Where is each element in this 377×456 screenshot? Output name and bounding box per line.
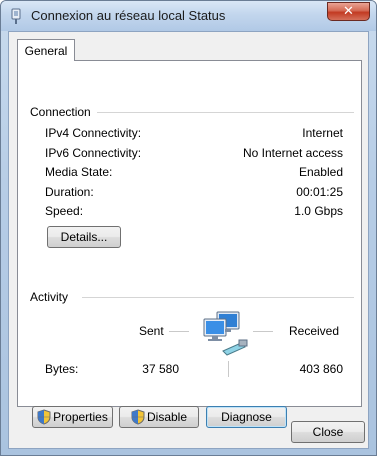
- ipv6-value: No Internet access: [242, 146, 343, 160]
- bytes-sent-value: 37 580: [142, 362, 179, 376]
- uac-shield-icon: [37, 409, 51, 425]
- close-button-label: Close: [312, 425, 344, 439]
- details-button-label: Details...: [60, 230, 108, 244]
- title-bar[interactable]: Connexion au réseau local Status ✕: [1, 1, 376, 31]
- tab-label: General: [24, 43, 68, 58]
- duration-label: Duration:: [45, 185, 94, 199]
- media-state-label: Media State:: [45, 165, 113, 179]
- connection-divider: [92, 112, 354, 113]
- properties-button-label: Properties: [53, 410, 108, 424]
- network-adapter-icon: [11, 8, 21, 24]
- uac-shield-icon: [131, 409, 145, 425]
- tab-general[interactable]: General: [17, 39, 75, 61]
- connection-group-title: Connection: [30, 105, 97, 119]
- activity-divider-vertical: [228, 361, 229, 377]
- media-state-value: Enabled: [298, 165, 343, 179]
- sent-line: [169, 331, 189, 332]
- diagnose-button-label: Diagnose: [221, 410, 272, 424]
- ipv4-label: IPv4 Connectivity:: [45, 126, 142, 140]
- disable-button[interactable]: Disable: [119, 406, 199, 428]
- received-line: [253, 331, 273, 332]
- general-tab-panel: Connection IPv4 Connectivity: Internet I…: [17, 60, 362, 428]
- window-title: Connexion au réseau local Status: [31, 8, 226, 23]
- sent-label: Sent: [139, 324, 164, 338]
- duration-value: 00:01:25: [296, 185, 343, 199]
- network-computers-icon: [203, 311, 248, 356]
- diagnose-button[interactable]: Diagnose: [206, 406, 287, 428]
- ipv4-value: Internet: [302, 126, 343, 140]
- speed-value: 1.0 Gbps: [294, 204, 343, 218]
- activity-divider: [82, 297, 354, 298]
- status-dialog-window: Connexion au réseau local Status ✕ Gener…: [0, 0, 377, 456]
- disable-button-label: Disable: [146, 410, 188, 424]
- received-label: Received: [289, 324, 340, 338]
- ipv6-label: IPv6 Connectivity:: [45, 146, 142, 160]
- details-button[interactable]: Details...: [47, 226, 121, 248]
- bytes-label: Bytes:: [45, 362, 79, 376]
- close-button[interactable]: Close: [291, 421, 365, 443]
- bytes-received-value: 403 860: [299, 362, 343, 376]
- title-close-button[interactable]: ✕: [327, 2, 370, 21]
- dialog-client-area: General Connection IPv4 Connectivity: In…: [8, 31, 369, 449]
- speed-label: Speed:: [45, 204, 84, 218]
- close-icon: ✕: [343, 4, 354, 19]
- activity-group-title: Activity: [30, 290, 75, 304]
- properties-button[interactable]: Properties: [32, 406, 113, 428]
